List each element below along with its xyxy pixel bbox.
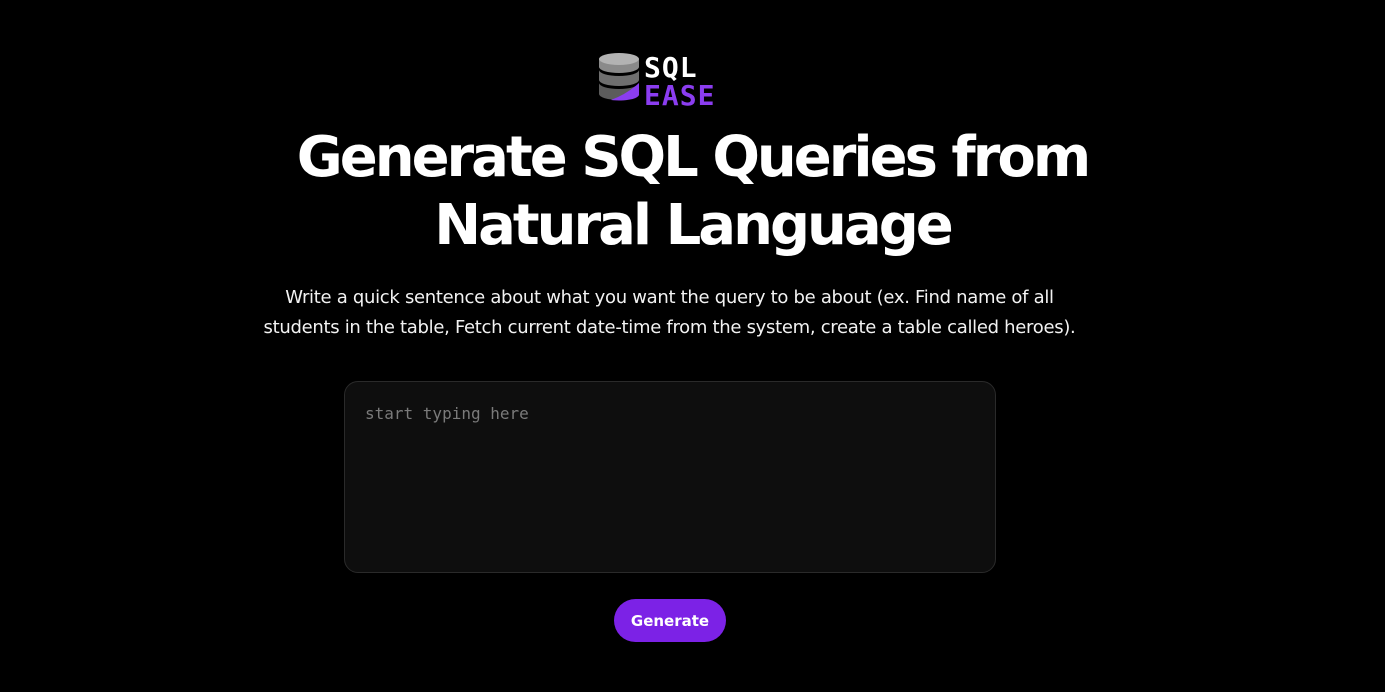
page-title: Generate SQL Queries from Natural Langua… xyxy=(0,124,1385,260)
page-title-line-1: Generate SQL Queries from xyxy=(296,125,1091,190)
page-subtitle-line-2: students in the table, Fetch current dat… xyxy=(263,317,1076,338)
database-icon xyxy=(599,53,640,101)
logo-graphic: SQL EASE xyxy=(599,51,715,110)
logo-word-ease: EASE xyxy=(644,79,715,110)
page-subtitle-line-1: Write a quick sentence about what you wa… xyxy=(285,287,1054,308)
page-title-line-2: Natural Language xyxy=(434,193,954,258)
logo: SQL EASE xyxy=(597,50,747,110)
generate-button[interactable]: Generate xyxy=(614,599,726,642)
page-subtitle: Write a quick sentence about what you wa… xyxy=(222,283,1117,343)
query-input[interactable] xyxy=(344,381,996,573)
